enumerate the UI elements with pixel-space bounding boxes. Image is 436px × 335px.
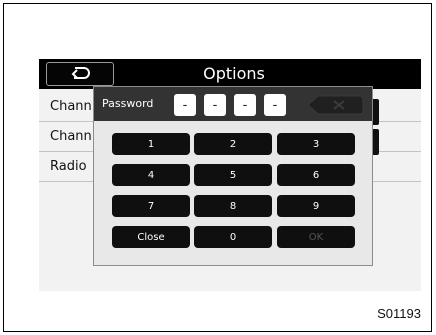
password-digit: - [204,94,226,116]
keypad-key-1[interactable]: 1 [112,133,190,155]
keypad-key-2[interactable]: 2 [194,133,272,155]
options-header: Options [39,59,421,89]
password-digit: - [234,94,256,116]
back-arrow-icon [69,65,91,84]
options-row-label: Radio [50,159,87,174]
keypad-key-5[interactable]: 5 [194,164,272,186]
keypad-key-0[interactable]: 0 [194,226,272,248]
password-digit: - [264,94,286,116]
backspace-icon [306,95,364,120]
options-title: Options [203,64,265,83]
keypad-key-7[interactable]: 7 [112,195,190,217]
back-button[interactable] [46,62,114,86]
password-digit: - [174,94,196,116]
options-row-label: Chann [50,99,92,114]
password-label: Password [102,97,154,110]
password-bar: Password - - - - [94,87,372,121]
password-dialog: Password - - - - 1 2 3 4 5 6 7 8 9 Close… [93,86,373,266]
figure-frame: Options Chann Chann Radio Password - - -… [3,3,432,332]
keypad-key-6[interactable]: 6 [277,164,355,186]
keypad-key-4[interactable]: 4 [112,164,190,186]
keypad-key-3[interactable]: 3 [277,133,355,155]
options-row-label: Chann [50,129,92,144]
backspace-button[interactable] [306,94,364,116]
keypad-close-button[interactable]: Close [112,226,190,248]
figure-code: S01193 [377,306,421,321]
keypad-key-9[interactable]: 9 [277,195,355,217]
keypad-key-8[interactable]: 8 [194,195,272,217]
keypad-ok-button[interactable]: OK [277,226,355,248]
